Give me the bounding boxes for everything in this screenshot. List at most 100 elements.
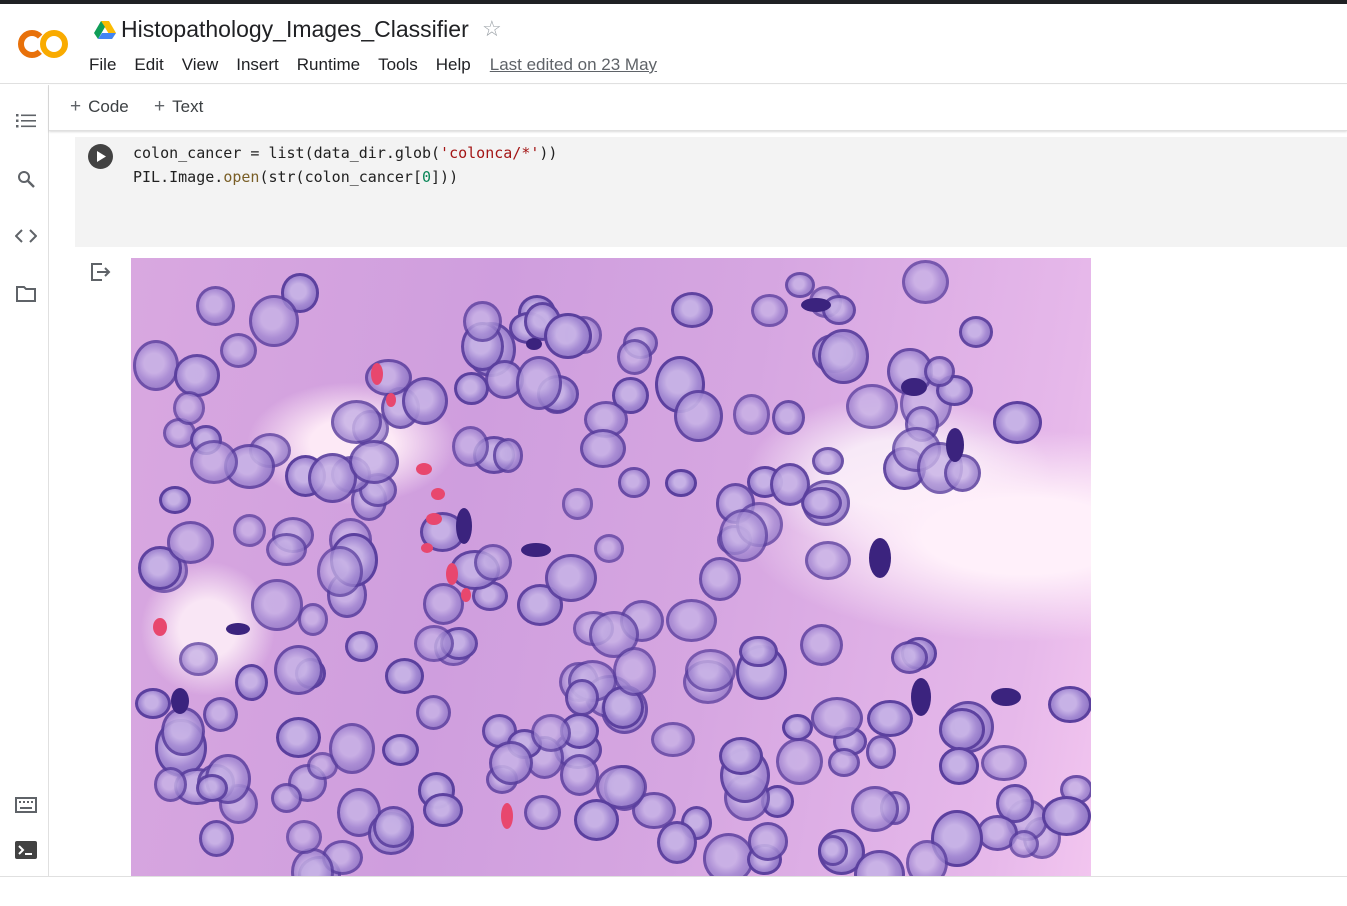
cell-nucleus — [747, 822, 789, 861]
red-blood-cell — [421, 543, 433, 553]
menu-edit[interactable]: Edit — [134, 55, 163, 75]
cell-nucleus — [219, 332, 258, 368]
dark-nucleus — [991, 688, 1021, 706]
cell-nucleus — [384, 658, 424, 694]
star-icon[interactable]: ☆ — [482, 16, 502, 42]
cell-nucleus — [992, 401, 1042, 444]
cell-nucleus — [665, 469, 697, 498]
command-palette-icon[interactable] — [12, 791, 40, 819]
cell-nucleus — [172, 391, 206, 426]
cell-nucleus — [348, 439, 400, 484]
code-line-2: PIL.Image.open(str(colon_cancer[0])) — [133, 165, 557, 189]
table-of-contents-icon[interactable] — [12, 107, 40, 135]
code-token: PIL.Image. — [133, 168, 224, 186]
red-blood-cell — [153, 618, 167, 636]
red-blood-cell — [501, 803, 513, 829]
cell-nucleus — [316, 545, 363, 597]
plus-icon: + — [154, 96, 166, 117]
cell-nucleus — [330, 400, 382, 445]
cell-nucleus — [133, 340, 180, 391]
code-snippets-icon[interactable] — [12, 222, 40, 250]
cell-nucleus — [800, 623, 844, 666]
cell-nucleus — [574, 798, 619, 841]
left-sidebar — [0, 85, 49, 877]
cell-nucleus — [702, 833, 754, 876]
run-cell-button[interactable] — [88, 144, 113, 169]
cell-nucleus — [810, 696, 863, 740]
code-editor[interactable]: colon_cancer = list(data_dir.glob('colon… — [133, 141, 557, 189]
output-icon[interactable] — [90, 262, 112, 282]
cell-nucleus — [161, 706, 205, 757]
notebook-toolbar: + Code + Text — [49, 85, 1347, 131]
cell-nucleus — [524, 794, 561, 830]
histopathology-image — [131, 258, 1091, 876]
dark-nucleus — [946, 428, 964, 462]
cell-nucleus — [178, 641, 218, 676]
add-text-label: Text — [172, 97, 204, 116]
google-drive-icon[interactable] — [94, 20, 116, 40]
cell-nucleus — [685, 648, 736, 692]
cell-nucleus — [329, 723, 376, 775]
cell-nucleus — [275, 716, 321, 758]
red-blood-cell — [461, 588, 471, 602]
cell-nucleus — [981, 744, 1027, 782]
menu-help[interactable]: Help — [436, 55, 471, 75]
cell-nucleus — [451, 425, 489, 468]
cell-nucleus — [159, 485, 191, 514]
cell-nucleus — [822, 294, 857, 326]
cell-nucleus — [473, 543, 512, 581]
cell-nucleus — [890, 641, 929, 674]
dark-nucleus — [526, 338, 542, 350]
notebook-title[interactable]: Histopathology_Images_Classifier — [121, 16, 469, 43]
dark-nucleus — [869, 538, 891, 578]
cell-nucleus — [234, 663, 268, 701]
files-icon[interactable] — [12, 280, 40, 308]
menu-runtime[interactable]: Runtime — [297, 55, 360, 75]
menu-tools[interactable]: Tools — [378, 55, 418, 75]
red-blood-cell — [431, 488, 445, 500]
code-string: 'colonca/*' — [440, 144, 540, 162]
plus-icon: + — [70, 96, 82, 117]
add-text-button[interactable]: + Text — [154, 96, 203, 118]
code-function: open — [223, 168, 260, 186]
dark-nucleus — [801, 298, 831, 312]
cell-nucleus — [784, 271, 815, 299]
code-line-1: colon_cancer = list(data_dir.glob('colon… — [133, 141, 557, 165]
cell-nucleus — [699, 557, 741, 601]
add-code-button[interactable]: + Code — [70, 96, 129, 118]
cell-nucleus — [454, 371, 489, 405]
red-blood-cell — [416, 463, 432, 475]
cell-nucleus — [166, 521, 215, 564]
cell-nucleus — [776, 738, 824, 786]
cell-nucleus — [416, 694, 452, 730]
cell-nucleus — [382, 733, 420, 767]
cell-nucleus — [249, 294, 299, 348]
colab-logo[interactable] — [16, 24, 72, 64]
cell-nucleus — [153, 766, 187, 803]
cell-nucleus — [463, 300, 502, 342]
cell-nucleus — [515, 356, 563, 410]
cell-nucleus — [232, 513, 266, 547]
cell-nucleus — [818, 328, 870, 385]
cell-nucleus — [670, 291, 714, 328]
dark-nucleus — [226, 623, 250, 635]
cell-nucleus — [488, 740, 533, 786]
cell-nucleus — [561, 487, 594, 520]
cell-nucleus — [618, 467, 650, 498]
cell-nucleus — [674, 390, 723, 443]
cell-nucleus — [565, 679, 599, 717]
menu-view[interactable]: View — [182, 55, 219, 75]
cell-nucleus — [198, 819, 235, 858]
menu-file[interactable]: File — [89, 55, 116, 75]
dark-nucleus — [911, 678, 931, 716]
cell-nucleus — [594, 534, 625, 563]
search-icon[interactable] — [12, 165, 40, 193]
cell-nucleus — [733, 393, 770, 435]
menu-insert[interactable]: Insert — [236, 55, 279, 75]
cell-nucleus — [616, 339, 653, 376]
cell-nucleus — [298, 603, 329, 636]
terminal-icon[interactable] — [12, 836, 40, 864]
dark-nucleus — [456, 508, 472, 544]
last-edited-link[interactable]: Last edited on 23 May — [490, 55, 657, 75]
cell-nucleus — [939, 747, 980, 785]
